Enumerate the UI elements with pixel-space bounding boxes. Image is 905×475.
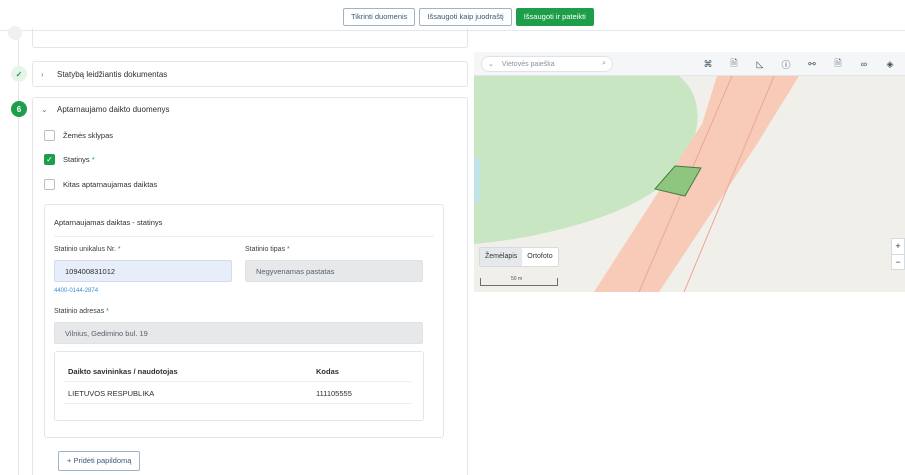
previous-section-card: [32, 28, 468, 48]
link-icon[interactable]: ∞: [851, 56, 877, 72]
checkbox-label: Statinys *: [63, 155, 95, 164]
section-title: Aptarnaujamo daikto duomenys: [57, 105, 170, 114]
top-action-bar: Tikrinti duomenis Išsaugoti kaip juodraš…: [343, 8, 594, 26]
measure-icon[interactable]: ◺: [747, 56, 773, 72]
row-divider: [64, 381, 411, 382]
chevron-down-icon[interactable]: ⌄: [488, 60, 494, 68]
map-panel[interactable]: ⌄ Vietovės paieška ⌕ ⌘ 🗎 ◺ ⓘ ⚯ 🗎 ∞ ◈ Žem…: [474, 52, 905, 292]
base-layer-switch: Žemėlapis Ortofoto: [479, 247, 559, 267]
layers-icon[interactable]: ◈: [877, 56, 903, 72]
app-root: Tikrinti duomenis Išsaugoti kaip juodraš…: [0, 0, 905, 475]
add-additional-button[interactable]: + Pridėti papildomą: [58, 451, 141, 471]
owner-name-cell: LIETUVOS RESPUBLIKA: [68, 389, 155, 398]
zoom-controls: + −: [891, 238, 905, 270]
checkbox-building[interactable]: ✓ Statinys *: [44, 154, 95, 165]
divider: [54, 236, 434, 237]
save-submit-button[interactable]: Išsaugoti ir pateikti: [515, 8, 594, 26]
zoom-in-button[interactable]: +: [892, 239, 904, 254]
document-icon[interactable]: 🗎: [825, 56, 851, 72]
water-area: [474, 157, 480, 204]
address-label: Statinio adresas *: [54, 308, 109, 315]
checkbox-other-object[interactable]: Kitas aptarnaujamas daiktas: [44, 179, 157, 190]
zoom-out-button[interactable]: −: [892, 254, 904, 269]
section-title: Statybą leidžiantis dokumentas: [57, 69, 168, 79]
search-icon[interactable]: ⌕: [602, 60, 606, 68]
unique-no-hint-link[interactable]: 4400-0144-2874: [54, 288, 98, 294]
chevron-down-icon: ⌄: [41, 105, 48, 114]
save-draft-button[interactable]: Išsaugoti kaip juodraštį: [419, 8, 512, 26]
section-header[interactable]: ⌄ Aptarnaujamo daikto duomenys: [41, 105, 170, 114]
map-tools: ⌘ 🗎 ◺ ⓘ ⚯ 🗎 ∞ ◈: [695, 56, 903, 72]
unique-no-label: Statinio unikalus Nr. *: [54, 246, 121, 253]
search-input[interactable]: Vietovės paieška: [502, 61, 594, 68]
checkbox-box[interactable]: [44, 179, 55, 190]
location-search[interactable]: ⌄ Vietovės paieška ⌕: [481, 56, 613, 72]
scale-label: 50 m: [511, 276, 523, 282]
crosshair-icon[interactable]: ⌘: [695, 56, 721, 72]
document-icon[interactable]: 🗎: [721, 56, 747, 72]
layer-map-button[interactable]: Žemėlapis: [480, 248, 523, 266]
column-header-owner: Daikto savininkas / naudotojas: [68, 367, 178, 376]
stepper-line: [18, 30, 19, 475]
chevron-right-icon: ›: [41, 69, 44, 79]
address-field: Vilnius, Gedimino bul. 19: [54, 322, 423, 344]
section-building-permit[interactable]: › Statybą leidžiantis dokumentas: [32, 61, 468, 87]
layer-orthophoto-button[interactable]: Ortofoto: [522, 248, 557, 266]
checkbox-box[interactable]: [44, 130, 55, 141]
row-divider: [64, 403, 411, 404]
unique-no-input[interactable]: 109400831012: [54, 260, 232, 282]
section-served-object: ⌄ Aptarnaujamo daikto duomenys Žemės skl…: [32, 97, 468, 475]
column-header-code: Kodas: [316, 367, 339, 376]
served-object-card: Aptarnaujamas daiktas - statinys Statini…: [44, 204, 444, 438]
check-data-button[interactable]: Tikrinti duomenis: [343, 8, 416, 26]
map-toolbar: ⌄ Vietovės paieška ⌕ ⌘ 🗎 ◺ ⓘ ⚯ 🗎 ∞ ◈: [474, 52, 905, 76]
step-5-check-icon: ✓: [11, 66, 27, 82]
card-title: Aptarnaujamas daiktas - statinys: [54, 218, 163, 227]
link-icon[interactable]: ⚯: [799, 56, 825, 72]
building-type-field: Negyvenamas pastatas: [245, 260, 423, 282]
info-icon[interactable]: ⓘ: [773, 56, 799, 72]
scale-bar: 50 m: [480, 276, 558, 286]
checkbox-land-plot[interactable]: Žemės sklypas: [44, 130, 113, 141]
checkbox-box-checked[interactable]: ✓: [44, 154, 55, 165]
owner-table: Daikto savininkas / naudotojas Kodas LIE…: [54, 351, 424, 421]
checkbox-label: Žemės sklypas: [63, 131, 114, 140]
step-4-indicator: [8, 26, 22, 40]
owner-code-cell: 111105555: [316, 389, 352, 398]
building-type-label: Statinio tipas *: [245, 246, 290, 253]
checkbox-label: Kitas aptarnaujamas daiktas: [63, 180, 158, 189]
step-6-badge: 6: [11, 101, 27, 117]
